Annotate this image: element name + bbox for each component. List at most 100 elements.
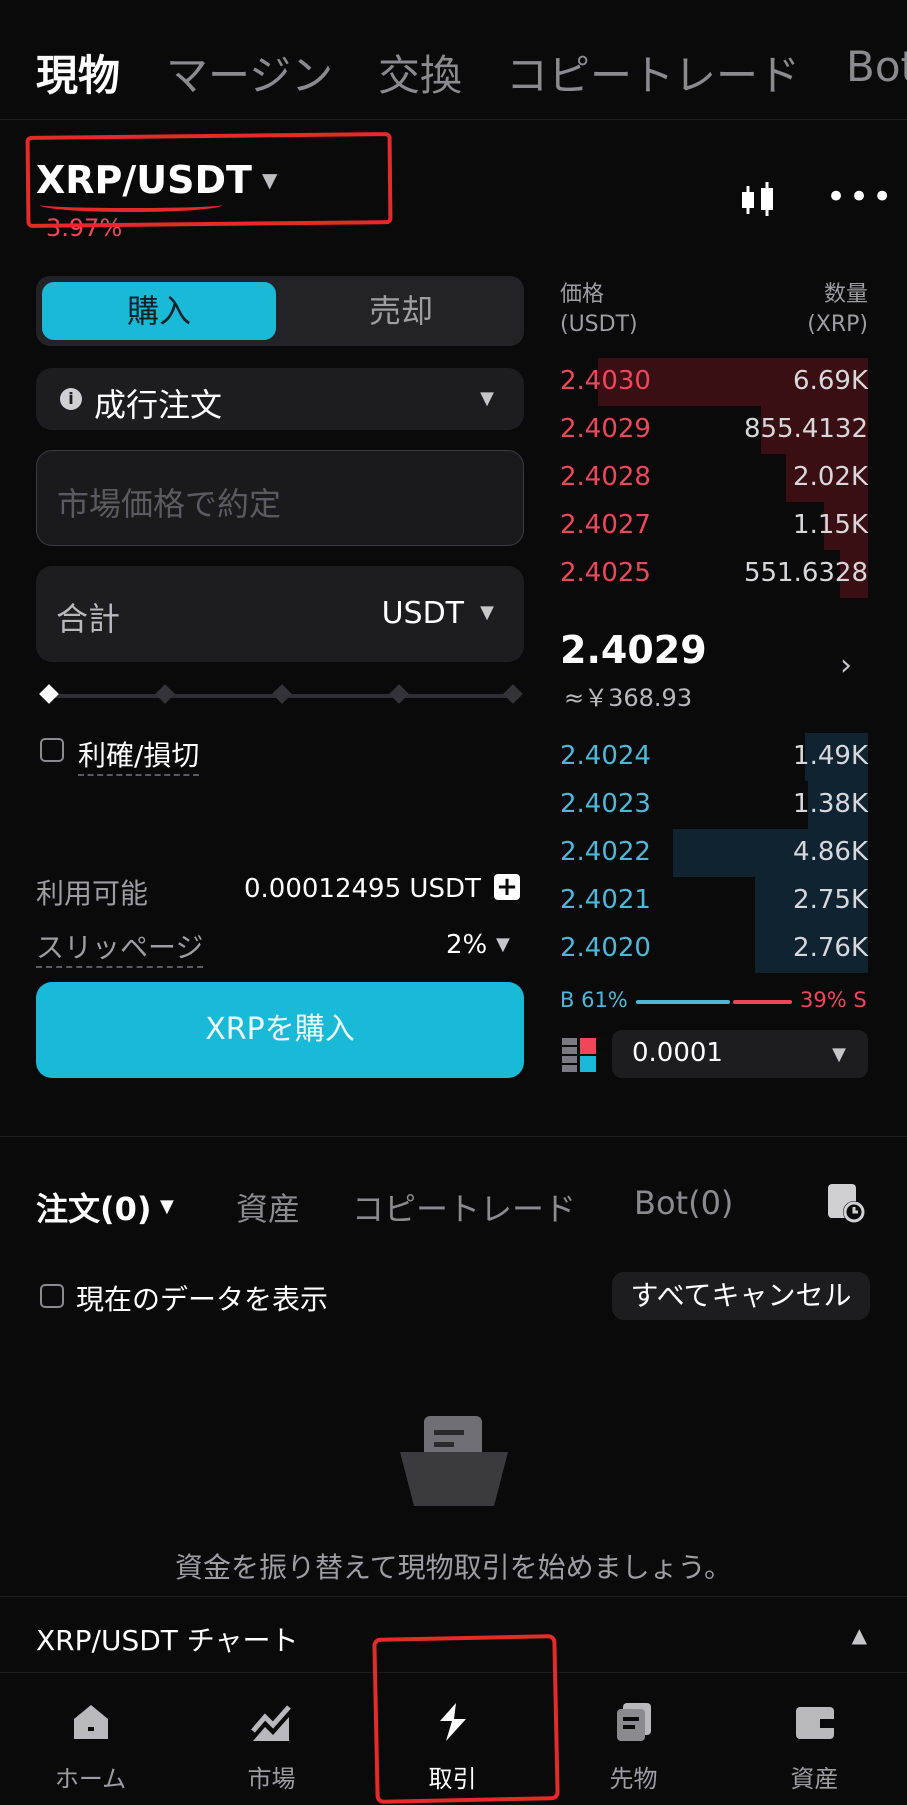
amount-slider[interactable] [39,684,523,704]
ask-row[interactable]: 2.4027 1.15K [554,502,868,550]
add-funds-plus-icon[interactable]: + [494,874,520,900]
annotation-box-pair [25,132,393,228]
price-input[interactable]: 市場価格で約定 [36,450,524,546]
ask-price: 2.4029 [560,414,651,444]
tab-assets[interactable]: 資産 [236,1184,300,1230]
cancel-all-button[interactable]: すべてキャンセル [612,1272,870,1320]
tpsl-label[interactable]: 利確/損切 [78,734,200,776]
order-type-label: 成行注文 [94,386,223,424]
qty-header-label: 数量 [823,282,868,307]
tab-copy-trade[interactable]: コピートレード [506,42,800,103]
tab-convert[interactable]: 交換 [378,42,462,103]
bid-row[interactable]: 2.4021 2.75K [554,877,868,925]
buy-ratio-bar [636,1000,730,1004]
bid-row[interactable]: 2.4024 1.49K [554,733,868,781]
order-type-select[interactable]: i 成行注文 ▼ [36,368,524,430]
available-value: 0.00012495 USDT [244,874,481,904]
ask-price: 2.4030 [560,366,651,396]
bid-qty: 1.49K [793,741,868,771]
annotation-box-trade [372,1634,560,1804]
tab-copy-trade-orders[interactable]: コピートレード [352,1184,576,1230]
bid-qty: 2.76K [793,933,868,963]
empty-folder-icon [400,1416,508,1506]
slider-step-50[interactable] [272,684,292,704]
tab-bot[interactable]: Bot [846,42,907,91]
ask-qty: 551.6328 [743,558,868,588]
tab-margin[interactable]: マージン [166,42,333,103]
tab-spot[interactable]: 現物 [36,42,120,103]
nav-market[interactable]: 市場 [181,1673,362,1805]
slider-step-75[interactable] [389,684,409,704]
chevron-up-icon[interactable]: ▲ [852,1623,867,1647]
chevron-down-icon[interactable]: ▼ [480,602,494,623]
bid-row[interactable]: 2.4023 1.38K [554,781,868,829]
ask-row[interactable]: 2.4030 6.69K [554,358,868,406]
slider-step-25[interactable] [155,684,175,704]
show-current-checkbox[interactable] [40,1284,64,1308]
buy-xrp-button[interactable]: XRPを購入 [36,982,524,1078]
buy-tab[interactable]: 購入 [42,282,276,340]
tpsl-checkbox[interactable] [40,738,64,762]
ask-qty: 1.15K [793,510,868,540]
slippage-label[interactable]: スリッページ [36,926,204,968]
bid-price: 2.4023 [560,789,651,819]
bid-price: 2.4024 [560,741,651,771]
wallet-icon [796,1707,834,1739]
ask-row[interactable]: 2.4029 855.4132 [554,406,868,454]
nav-home-label: ホーム [54,1765,127,1793]
total-label: 合計 [56,600,121,638]
depth-step-select[interactable]: 0.0001 ▼ [612,1030,868,1078]
ask-row[interactable]: 2.4028 2.02K [554,454,868,502]
futures-icon [617,1703,651,1741]
market-icon [251,1705,291,1741]
bid-qty: 1.38K [793,789,868,819]
price-input-placeholder: 市場価格で約定 [57,485,282,523]
nav-futures[interactable]: 先物 [543,1673,724,1805]
chevron-down-icon[interactable]: ▼ [160,1196,174,1217]
chevron-down-icon[interactable]: ▼ [496,934,510,955]
slider-step-100[interactable] [503,684,523,704]
slippage-value[interactable]: 2% [446,930,487,960]
ask-qty: 2.02K [793,462,868,492]
orderbook-layout-icon[interactable] [562,1038,596,1072]
tab-orders[interactable]: 注文(0) [36,1184,152,1230]
total-input[interactable]: 合計 USDT ▼ [36,566,524,662]
sell-tab[interactable]: 売却 [284,282,518,340]
sell-ratio-bar [732,1000,792,1004]
slider-handle[interactable] [39,684,59,704]
last-price: 2.4029 [560,628,707,672]
empty-state-message: 資金を振り替えて現物取引を始めましょう。 [175,1551,732,1584]
ask-row[interactable]: 2.4025 551.6328 [554,550,868,598]
nav-market-label: 市場 [247,1765,296,1793]
nav-assets[interactable]: 資産 [724,1673,905,1805]
nav-futures-label: 先物 [609,1765,658,1793]
sell-ratio: 39% S [800,988,867,1012]
top-tab-bar: 現物 マージン 交換 コピートレード Bot [0,0,907,120]
chevron-right-icon[interactable]: › [840,648,852,683]
info-icon[interactable]: i [60,388,82,410]
bid-price: 2.4021 [560,885,651,915]
orderbook-qty-header: 数量 (XRP) [807,280,868,340]
annotation-underline [40,198,222,212]
more-options-icon[interactable]: ••• [826,180,895,214]
ask-price: 2.4025 [560,558,651,588]
tab-bot-orders[interactable]: Bot(0) [634,1184,733,1222]
nav-assets-label: 資産 [790,1765,839,1793]
bid-row[interactable]: 2.4020 2.76K [554,925,868,973]
price-header-unit: (USDT) [560,312,638,337]
candlestick-chart-icon[interactable] [738,180,778,220]
buy-sell-ratio-bar [636,1000,792,1004]
order-history-icon[interactable] [826,1182,866,1224]
ask-qty: 6.69K [793,366,868,396]
total-unit-select[interactable]: USDT [382,596,464,631]
section-divider [0,1136,907,1137]
chevron-down-icon: ▼ [832,1044,846,1065]
show-current-label[interactable]: 現在のデータを表示 [76,1278,328,1318]
nav-home[interactable]: ホーム [0,1673,181,1805]
chart-label: XRP/USDT チャート [36,1624,299,1657]
orderbook-price-header: 価格 (USDT) [560,280,638,340]
bid-qty: 4.86K [793,837,868,867]
bid-price: 2.4020 [560,933,651,963]
bid-row[interactable]: 2.4022 4.86K [554,829,868,877]
price-header-label: 価格 [560,282,605,307]
